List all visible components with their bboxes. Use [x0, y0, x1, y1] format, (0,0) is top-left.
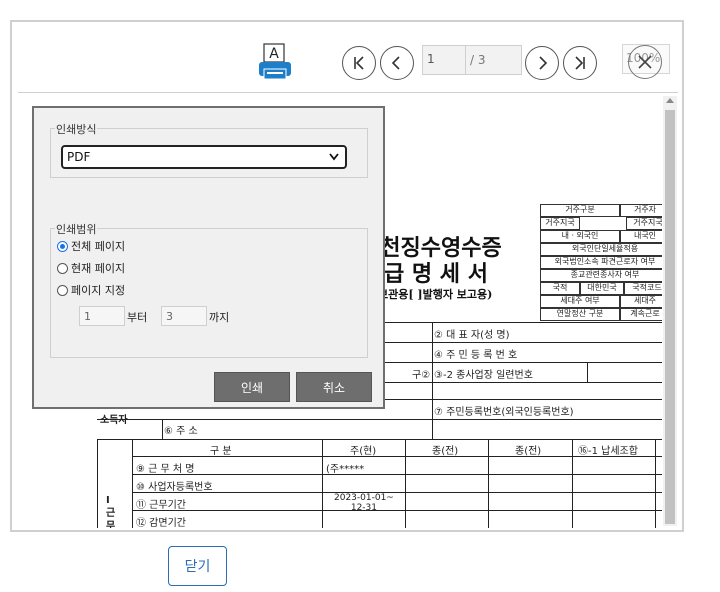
- print-icon-letter: A: [269, 46, 279, 62]
- col-current: 주(현): [350, 446, 377, 457]
- print-method-legend: 인쇄방식: [55, 121, 98, 137]
- resident-no-label: ④ 주 민 등 록 번 호: [434, 350, 518, 361]
- col-prev1: 종(전): [432, 446, 459, 457]
- first-page-icon: [354, 56, 364, 70]
- range-to-input[interactable]: 3: [161, 306, 207, 326]
- viewer-toolbar: A 1 / 3 100%: [12, 22, 682, 92]
- address-label: ⑥ 주 소: [164, 426, 198, 437]
- scroll-thumb[interactable]: [665, 110, 675, 524]
- close-icon: [638, 55, 652, 69]
- col-gubun: 구 분: [210, 446, 232, 457]
- next-page-button[interactable]: [525, 46, 559, 80]
- chevron-left-icon: [391, 56, 400, 70]
- hbox: 국적코드: [624, 282, 662, 295]
- income-earner-label: 소득자: [100, 415, 128, 426]
- row-reduction-period: ⑫ 감면기간: [136, 518, 186, 528]
- row-company-name: ⑨ 근 무 처 명: [136, 464, 195, 475]
- printer-icon: A: [259, 43, 291, 80]
- rep-name-label: ② 대 표 자(성 명): [434, 330, 510, 341]
- chevron-down-icon: [329, 153, 339, 161]
- scroll-up-icon[interactable]: [666, 98, 674, 103]
- hbox: 연말정산 구분: [540, 308, 620, 321]
- prev-page-button[interactable]: [380, 46, 414, 80]
- hbox: 거주지국: [540, 217, 580, 230]
- close-viewer-button[interactable]: [628, 45, 662, 79]
- radio-all-pages-label: 전체 페이지: [71, 240, 126, 253]
- hbox: 계속근로: [620, 308, 662, 321]
- hbox: 외국법인소속 파견근로자 여부: [540, 256, 662, 269]
- section-label: Ⅰ 근 무: [106, 495, 116, 528]
- print-method-select[interactable]: PDF: [61, 145, 347, 169]
- col-tax-union: ⑯-1 납세조합: [578, 446, 638, 457]
- branch-serial-label: ③-2 종사업장 일련번호: [434, 370, 533, 381]
- close-button[interactable]: 닫기: [168, 546, 227, 586]
- page-number-input[interactable]: 1: [422, 45, 466, 75]
- print-range-legend: 인쇄범위: [55, 221, 98, 237]
- doc-title-line2: 급 명 세 서: [384, 261, 488, 287]
- print-dialog: 인쇄방식 PDF 인쇄범위 전체 페이지 현재 페이지 페이지 지정 1 부터 …: [32, 106, 385, 409]
- hbox: 거주구분: [540, 204, 620, 217]
- hbox: 대한민국: [580, 282, 624, 295]
- hbox: 내ㆍ외국인: [540, 230, 620, 243]
- print-button-dialog[interactable]: 인쇄: [214, 372, 290, 402]
- range-to-label: 까지: [209, 311, 230, 324]
- chevron-right-icon: [539, 56, 548, 70]
- row-business-no: ⑩ 사업자등록번호: [136, 482, 213, 493]
- cancel-button[interactable]: 취소: [296, 372, 372, 402]
- first-page-button[interactable]: [342, 46, 376, 80]
- doc-subtitle: 보관용[ ]발행자 보고용): [378, 288, 493, 301]
- hbox: 종교관련종사자 여부: [540, 269, 662, 282]
- hbox: 내국인: [620, 230, 662, 243]
- last-page-icon: [575, 56, 585, 70]
- radio-page-range-control[interactable]: [57, 284, 68, 296]
- hbox: 거주지국: [626, 217, 662, 230]
- range-from-input[interactable]: 1: [79, 306, 125, 326]
- work-period-value: 2023-01-01~ 12-31: [334, 493, 394, 513]
- left-fragment-label: 구②: [412, 370, 431, 381]
- hbox: 세대주 여부: [540, 295, 620, 308]
- col-prev2: 종(전): [515, 446, 542, 457]
- company-value: (주*****: [326, 464, 365, 475]
- print-method-value: PDF: [67, 150, 91, 164]
- radio-current-page-label: 현재 페이지: [71, 262, 126, 275]
- radio-current-page-control[interactable]: [57, 262, 68, 274]
- print-range-group: 인쇄범위 전체 페이지 현재 페이지 페이지 지정 1 부터 3 까지: [50, 221, 368, 358]
- last-page-button[interactable]: [563, 46, 597, 80]
- radio-page-range-label: 페이지 지정: [71, 284, 126, 297]
- row-work-period: ⑪ 근무기간: [136, 500, 186, 511]
- range-from-label: 부터: [127, 311, 148, 324]
- print-button[interactable]: A: [255, 42, 297, 84]
- hbox: 세대주: [620, 295, 662, 308]
- radio-all-pages-control[interactable]: [57, 240, 68, 252]
- radio-current-page[interactable]: 현재 페이지: [57, 259, 125, 277]
- hbox: 국적: [540, 282, 580, 295]
- radio-all-pages[interactable]: 전체 페이지: [57, 237, 125, 255]
- vertical-scrollbar[interactable]: [663, 96, 677, 526]
- foreigner-no-label: ⑦ 주민등록번호(외국인등록번호): [434, 407, 574, 418]
- page-total: / 3: [466, 45, 522, 75]
- hbox: 거주자: [620, 204, 662, 217]
- radio-page-range[interactable]: 페이지 지정: [57, 281, 125, 299]
- toolbar-divider: [18, 92, 678, 93]
- hbox: 외국인단일세율적용: [540, 243, 662, 256]
- print-method-group: 인쇄방식 PDF: [50, 121, 368, 178]
